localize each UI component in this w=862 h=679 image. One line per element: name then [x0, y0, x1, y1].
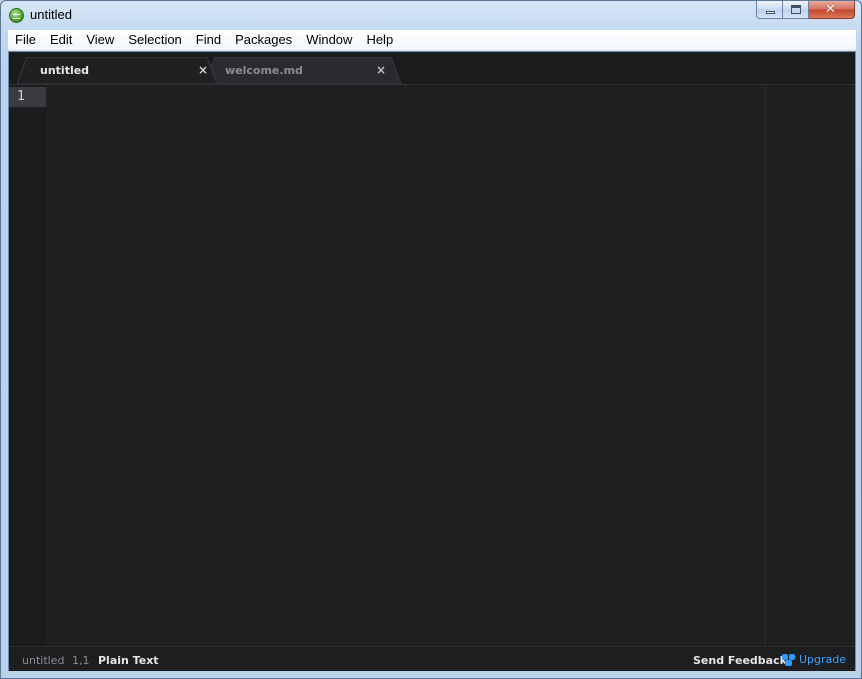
tab-bar: welcome.md × untitled ×	[9, 52, 855, 85]
current-line-highlight: 1	[9, 87, 46, 107]
tab-untitled[interactable]: untitled ×	[17, 57, 217, 84]
menu-window[interactable]: Window	[299, 30, 359, 50]
status-bar: untitled 1,1 Plain Text Send Feedback Up…	[9, 646, 855, 671]
status-file-name[interactable]: untitled	[22, 654, 64, 667]
maximize-icon	[791, 5, 801, 14]
upgrade-link[interactable]: Upgrade	[782, 653, 846, 666]
send-feedback-link[interactable]: Send Feedback	[693, 654, 787, 667]
tab-label: untitled	[40, 64, 90, 77]
text-editor[interactable]: 1	[9, 85, 855, 646]
tab-close-icon[interactable]: ×	[376, 63, 386, 77]
status-syntax-mode[interactable]: Plain Text	[98, 654, 159, 667]
menu-find[interactable]: Find	[189, 30, 228, 50]
maximize-button[interactable]	[783, 1, 809, 19]
window-title: untitled	[30, 7, 72, 22]
application-window: untitled ✕ File Edit View Selection Find…	[0, 0, 862, 679]
menu-help[interactable]: Help	[359, 30, 400, 50]
menu-selection[interactable]: Selection	[121, 30, 188, 50]
menu-file[interactable]: File	[8, 30, 43, 50]
status-cursor-position[interactable]: 1,1	[72, 654, 90, 667]
title-bar[interactable]: untitled ✕	[1, 1, 861, 30]
app-logo-icon[interactable]	[9, 8, 24, 23]
menu-edit[interactable]: Edit	[43, 30, 79, 50]
menu-view[interactable]: View	[79, 30, 121, 50]
caption-buttons: ✕	[756, 1, 855, 20]
minimize-icon	[766, 11, 775, 14]
close-button[interactable]: ✕	[809, 1, 855, 19]
minimize-button[interactable]	[756, 1, 783, 19]
minimap[interactable]	[766, 85, 855, 646]
upgrade-label: Upgrade	[799, 653, 847, 666]
menu-bar: File Edit View Selection Find Packages W…	[8, 30, 856, 51]
tab-label: welcome.md	[225, 64, 303, 77]
line-number-gutter: 1	[9, 85, 46, 646]
line-number: 1	[17, 89, 25, 104]
editor-client-area: welcome.md × untitled × 1 untitled 1,1 P…	[8, 51, 856, 671]
menu-packages[interactable]: Packages	[228, 30, 299, 50]
close-icon: ✕	[825, 2, 836, 17]
tab-welcome-md[interactable]: welcome.md ×	[205, 57, 405, 84]
upgrade-icon	[782, 653, 796, 666]
tab-close-icon[interactable]: ×	[198, 63, 208, 77]
